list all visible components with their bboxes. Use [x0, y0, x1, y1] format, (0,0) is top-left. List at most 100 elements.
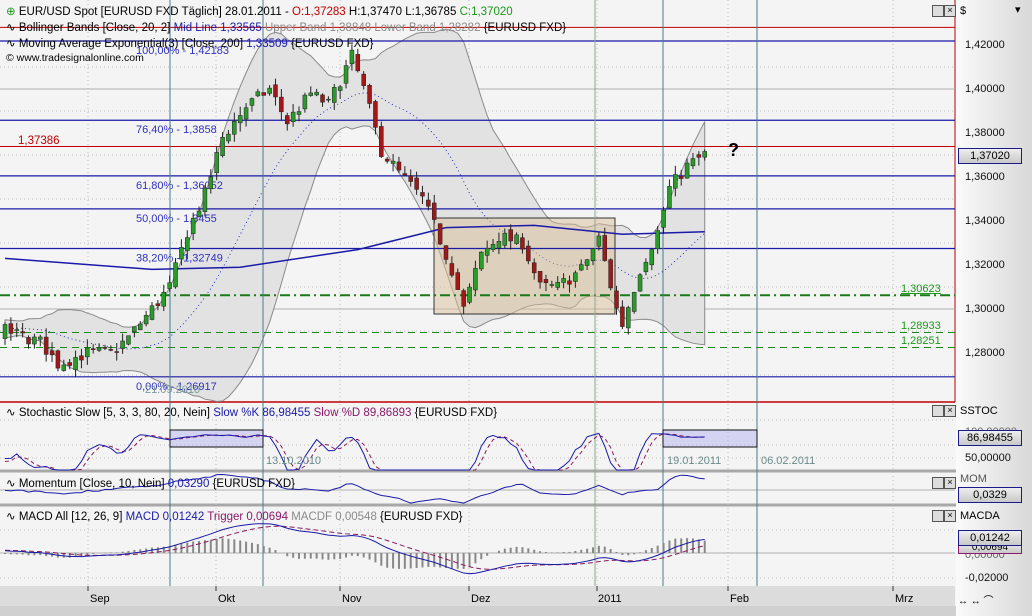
- candle: [43, 336, 49, 355]
- candle: [202, 187, 208, 212]
- candle: [73, 357, 78, 370]
- candle: [684, 162, 690, 179]
- green-level-label: 1,28933: [901, 320, 941, 332]
- month-label: Feb: [730, 593, 749, 605]
- momentum-legend: ∿ Momentum [Close, 10, Nein] 0,03290 {EU…: [6, 478, 295, 490]
- price-tick: 1,28000: [965, 347, 1005, 359]
- stoch-tick: 50,00000: [965, 452, 1011, 464]
- mom-axis-name: MOM: [960, 473, 987, 485]
- question-mark: ?: [728, 140, 739, 160]
- candle: [402, 173, 408, 176]
- date-label: 06.02.2011: [761, 455, 816, 467]
- green-level-label: 1,30623: [901, 283, 941, 295]
- candle: [61, 364, 67, 371]
- candle: [173, 262, 178, 288]
- candle: [596, 235, 602, 247]
- stoch-box: [662, 429, 758, 448]
- candle: [661, 209, 666, 228]
- candle: [273, 84, 278, 98]
- stoch-box: [169, 429, 264, 448]
- candle: [496, 241, 502, 249]
- candle: [243, 107, 249, 120]
- candle: [249, 98, 255, 106]
- candle: [384, 158, 390, 162]
- candle: [214, 152, 219, 173]
- ema-legend: ∿ Moving Average Exponential(3) [Close, …: [6, 38, 374, 50]
- candle: [396, 161, 402, 171]
- candle: [32, 336, 37, 345]
- macd-last-tag: 0,01242: [958, 530, 1022, 546]
- candle: [614, 290, 619, 309]
- candle: [126, 335, 131, 345]
- candle: [355, 54, 361, 72]
- candle: [655, 230, 660, 250]
- currency-label: $: [960, 5, 967, 17]
- candle: [490, 243, 496, 250]
- axis-dropdown-icon[interactable]: ▾: [1015, 3, 1021, 16]
- candle: [379, 126, 384, 157]
- candle: [67, 362, 72, 366]
- date-label: 21.09.2010: [145, 384, 201, 396]
- candle: [414, 177, 419, 190]
- candle: [220, 137, 225, 156]
- candle: [437, 223, 443, 245]
- maximize-panel-icon[interactable]: [932, 5, 944, 17]
- close-panel-icon[interactable]: ×: [944, 405, 956, 417]
- candle: [531, 262, 537, 274]
- candle: [673, 174, 678, 189]
- candle: [602, 235, 608, 261]
- candle: [667, 186, 672, 209]
- candle: [320, 94, 325, 103]
- maximize-panel-icon[interactable]: [932, 510, 944, 522]
- month-label: Sep: [90, 593, 110, 605]
- candle: [296, 111, 302, 115]
- candle: [26, 337, 31, 345]
- candle: [179, 247, 184, 260]
- candle: [279, 96, 284, 113]
- candle: [696, 154, 702, 158]
- price-tick: 1,32000: [965, 259, 1005, 271]
- candle: [314, 91, 319, 96]
- candle: [431, 202, 437, 220]
- candle: [555, 281, 560, 288]
- candle: [38, 336, 43, 340]
- close-panel-icon[interactable]: ×: [944, 5, 956, 17]
- maximize-panel-icon[interactable]: [932, 405, 944, 417]
- candle: [226, 133, 231, 142]
- close-panel-icon[interactable]: ×: [944, 477, 956, 489]
- price-tick: 1,42000: [965, 39, 1005, 51]
- chart-canvas: 100,00% - 1,4218376,40% - 1,385861,80% -…: [0, 0, 1032, 616]
- candle: [626, 307, 631, 329]
- bollinger-legend: ∿ Bollinger Bands [Close, 20, 2] Mid Lin…: [6, 22, 567, 34]
- candle: [537, 271, 543, 283]
- candle: [343, 65, 349, 84]
- candle: [196, 210, 202, 217]
- candle: [332, 87, 337, 103]
- candle: [114, 351, 119, 353]
- candle: [508, 229, 513, 242]
- candle: [526, 245, 531, 262]
- maximize-panel-icon[interactable]: [932, 477, 944, 489]
- candle: [567, 280, 572, 285]
- candle: [155, 303, 161, 306]
- price-tick: 1,40000: [965, 83, 1005, 95]
- close-panel-icon[interactable]: ×: [944, 510, 956, 522]
- candle: [643, 261, 649, 273]
- candle: [79, 355, 84, 361]
- candle: [520, 237, 525, 250]
- candle: [120, 340, 125, 349]
- candle: [308, 92, 314, 96]
- candle: [143, 315, 149, 325]
- date-label: 19.01.2011: [667, 455, 722, 467]
- candle: [261, 92, 266, 96]
- last-price-tag: 1,37020: [958, 148, 1022, 164]
- zoom-controls[interactable]: ↔ ↔ ⌒: [958, 592, 994, 607]
- month-label: Nov: [342, 593, 362, 605]
- candle: [290, 111, 296, 123]
- candle: [108, 349, 114, 351]
- candle: [132, 326, 137, 333]
- candle: [267, 87, 272, 94]
- candle: [578, 264, 584, 271]
- candle: [14, 329, 20, 331]
- candle: [20, 331, 25, 334]
